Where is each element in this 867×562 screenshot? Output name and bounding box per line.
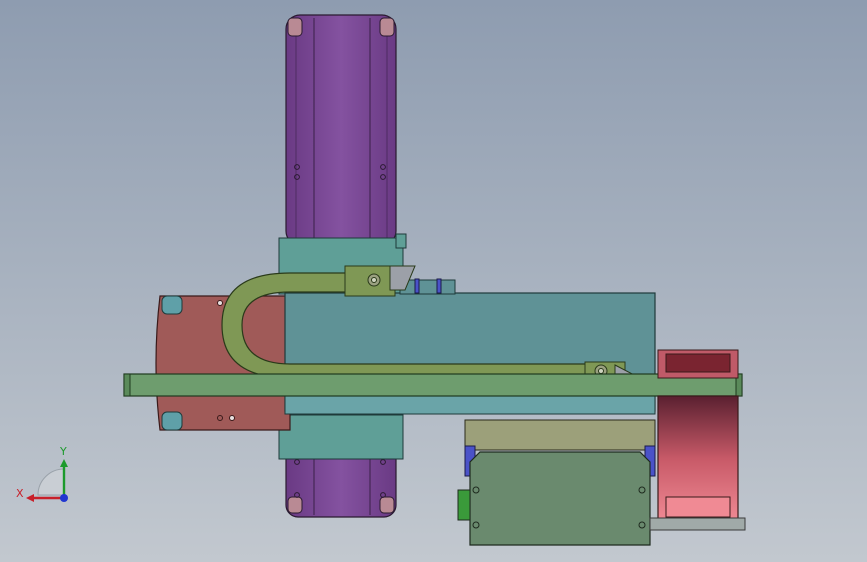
cad-viewport[interactable]: X Y bbox=[0, 0, 867, 562]
motor-cap-top-right bbox=[379, 17, 395, 37]
motor-base-bracket bbox=[649, 517, 746, 531]
y-axis-label: Y bbox=[59, 445, 67, 458]
housing-cap-bottom bbox=[161, 411, 183, 431]
gripper-block[interactable] bbox=[457, 451, 651, 546]
carriage-bracket[interactable] bbox=[464, 419, 656, 451]
y-arrowhead bbox=[60, 459, 68, 467]
gripper-sensor bbox=[457, 489, 471, 521]
bolt-2 bbox=[436, 278, 442, 294]
upper-servo-motor[interactable] bbox=[285, 14, 397, 246]
x-arrowhead bbox=[26, 494, 34, 502]
z-axis-dot bbox=[60, 494, 68, 502]
lower-coupling-block[interactable] bbox=[278, 414, 404, 460]
cad-model-canvas[interactable]: X Y bbox=[0, 0, 867, 562]
axis-triad: X Y bbox=[16, 445, 68, 502]
base-mounting-plate[interactable] bbox=[123, 373, 743, 397]
housing-cap-top bbox=[161, 295, 183, 315]
motor-cap-bottom-left bbox=[287, 496, 303, 514]
motor-cap-bottom-right bbox=[379, 496, 395, 514]
motor-cap-top-left bbox=[287, 17, 303, 37]
rotary-servo-motor[interactable] bbox=[649, 349, 746, 531]
bolt-1 bbox=[414, 278, 420, 294]
x-axis-label: X bbox=[16, 487, 24, 500]
